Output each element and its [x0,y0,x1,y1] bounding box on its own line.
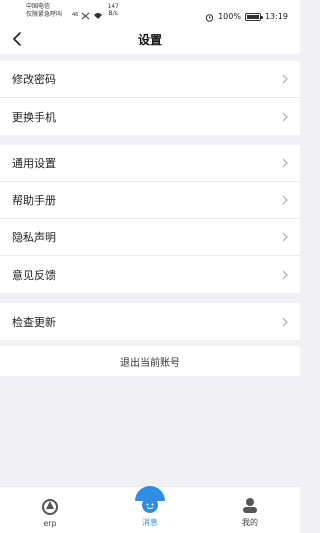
row-label: 检查更新 [12,315,56,329]
row-general-settings[interactable]: 通用设置 [0,145,300,182]
speed-value: 147 [107,3,119,10]
row-label: 更换手机 [12,110,56,124]
active-tab-indicator [135,486,165,501]
network-speed: 147 B/s [107,3,118,17]
battery-percent: 100% [218,12,241,21]
carrier-info: 中国电信 仅限紧急呼叫 [26,3,70,19]
row-label: 意见反馈 [12,268,56,282]
row-change-phone[interactable]: 更换手机 [0,98,300,135]
chevron-right-icon [280,232,290,242]
chevron-right-icon [280,112,290,122]
tab-erp[interactable]: erp [0,487,100,533]
settings-group-update: 检查更新 [0,303,300,340]
chevron-right-icon [280,158,290,168]
row-label: 帮助手册 [12,194,56,207]
carrier-name: 中国电信 [26,3,51,10]
settings-screen: 中国电信 仅限紧急呼叫 46 147 B/s 100% 13:19 设置 修改密… [0,0,300,533]
status-bar: 中国电信 仅限紧急呼叫 46 147 B/s 100% 13:19 [0,0,300,24]
battery-fill [246,14,259,19]
row-feedback[interactable]: 意见反馈 [0,256,300,293]
tab-label: 消息 [142,518,158,527]
erp-icon [41,498,59,516]
tab-profile[interactable]: 我的 [200,487,300,533]
logout-button[interactable]: 退出当前账号 [0,346,300,376]
row-privacy-statement[interactable]: 隐私声明 [0,219,300,256]
row-change-password[interactable]: 修改密码 [0,61,300,98]
page-title: 设置 [137,32,162,47]
speed-unit: B/s [108,10,118,17]
tab-messages[interactable]: 消息 [100,486,200,533]
row-label: 通用设置 [12,157,56,170]
row-check-update[interactable]: 检查更新 [0,303,300,340]
network-type: 46 [72,11,79,18]
chevron-right-icon [280,270,290,280]
chevron-right-icon [280,74,290,84]
clock: 13:19 [264,12,288,21]
profile-icon [241,496,259,514]
wifi-icon [93,5,103,24]
carrier-status: 仅限紧急呼叫 [26,11,63,18]
row-help-manual[interactable]: 帮助手册 [0,182,300,219]
logout-label: 退出当前账号 [120,357,180,369]
back-button[interactable] [8,30,26,48]
nav-header: 设置 [0,24,300,54]
settings-group-account: 修改密码 更换手机 [0,61,300,135]
chevron-right-icon [280,317,290,327]
row-label: 隐私声明 [12,231,56,244]
bottom-tab-bar: erp 消息 我的 [0,486,300,533]
battery-icon [244,12,263,21]
tab-label: erp [43,519,57,528]
chevron-right-icon [280,195,290,205]
settings-group-general: 通用设置 帮助手册 隐私声明 意见反馈 [0,145,300,293]
network-icons: 46 [72,5,103,24]
tab-label: 我的 [242,518,258,527]
signal-off-icon [81,5,90,24]
chevron-left-icon [13,32,21,46]
row-label: 修改密码 [12,73,56,86]
